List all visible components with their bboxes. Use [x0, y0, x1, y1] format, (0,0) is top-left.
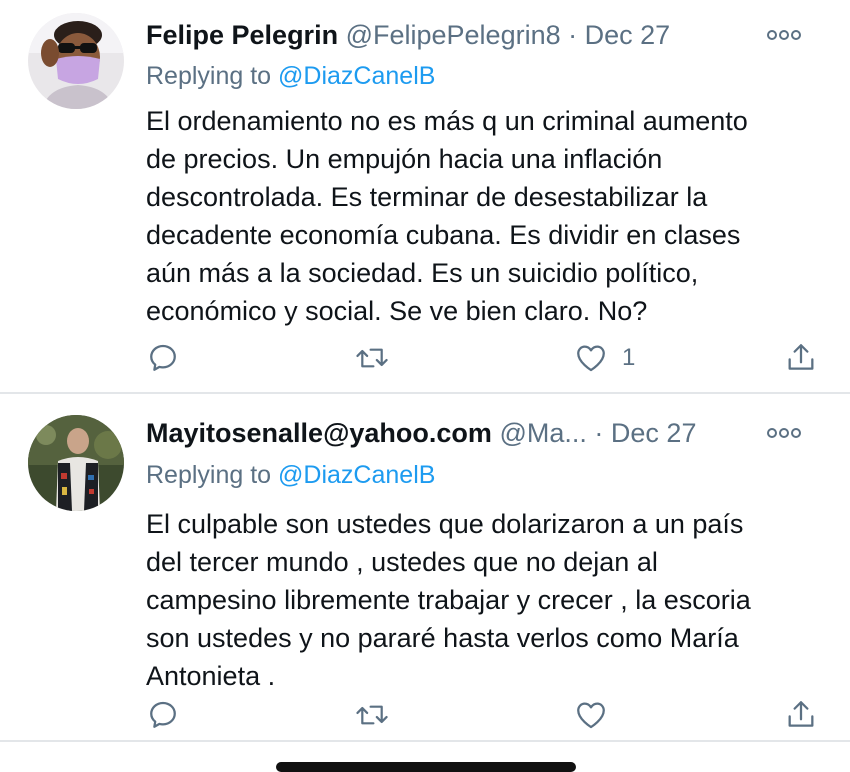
- tweet-text-line: campesino libremente trabajar y crecer ,…: [146, 585, 751, 615]
- avatar-image: [28, 415, 124, 511]
- tweet-text-line: aún más a la sociedad. Es un suicidio po…: [146, 258, 699, 288]
- tweet-header: Felipe Pelegrin @FelipePelegrin8 · Dec 2…: [146, 15, 830, 55]
- reply-button[interactable]: [146, 697, 180, 733]
- share-button[interactable]: [784, 697, 818, 733]
- tweet-text-line: decadente economía cubana. Es dividir en…: [146, 220, 741, 250]
- tweet-text-line: del tercer mundo , ustedes que no dejan …: [146, 547, 658, 577]
- share-button[interactable]: [784, 340, 818, 376]
- like-button[interactable]: [574, 697, 608, 733]
- more-options-icon[interactable]: [766, 29, 802, 41]
- avatar[interactable]: [28, 415, 124, 511]
- display-name[interactable]: Mayitosenalle@yahoo.com: [146, 418, 492, 448]
- avatar-image: [28, 13, 124, 109]
- tweet-text: El culpable son ustedes que dolarizaron …: [146, 505, 836, 695]
- replying-to-label: Replying to: [146, 461, 272, 489]
- replying-to: Replying to @DiazCanelB: [146, 58, 435, 94]
- display-name[interactable]: Felipe Pelegrin: [146, 20, 338, 50]
- replying-to-handle[interactable]: @DiazCanelB: [278, 62, 435, 90]
- heart-icon: [577, 702, 605, 729]
- like-count: 1: [622, 344, 636, 371]
- reply-button[interactable]: [146, 340, 180, 376]
- retweet-icon: [356, 705, 388, 725]
- tweet-date[interactable]: Dec 27: [585, 20, 671, 50]
- tweet-text-line: El ordenamiento no es más q un criminal …: [146, 106, 748, 136]
- heart-icon: [577, 345, 605, 372]
- tweet-date[interactable]: Dec 27: [611, 418, 697, 448]
- retweet-icon: [356, 348, 388, 368]
- replying-to-handle[interactable]: @DiazCanelB: [278, 461, 435, 489]
- replying-to-label: Replying to: [146, 62, 272, 90]
- home-indicator[interactable]: [276, 762, 576, 772]
- tweet-divider: [0, 392, 850, 394]
- tweet-text-line: de precios. Un empujón hacia una inflaci…: [146, 144, 663, 174]
- separator-dot: ·: [568, 20, 578, 50]
- tweet[interactable]: Felipe Pelegrin @FelipePelegrin8 · Dec 2…: [0, 0, 850, 392]
- retweet-button[interactable]: [354, 340, 390, 376]
- tweet-text-line: El culpable son ustedes que dolarizaron …: [146, 509, 744, 539]
- tweet-text-line: económico y social. Se ve bien claro. No…: [146, 296, 648, 326]
- tweet-text-line: son ustedes y no pararé hasta verlos com…: [146, 623, 739, 653]
- more-options-icon[interactable]: [766, 427, 802, 439]
- replying-to: Replying to @DiazCanelB: [146, 457, 435, 493]
- separator-dot: ·: [594, 418, 604, 448]
- user-handle[interactable]: @Ma...: [499, 418, 586, 448]
- tweet-text: El ordenamiento no es más q un criminal …: [146, 102, 836, 330]
- reply-icon: [150, 344, 176, 371]
- tweet[interactable]: Mayitosenalle@yahoo.com @Ma... · Dec 27 …: [0, 395, 850, 740]
- like-button[interactable]: 1: [574, 340, 635, 376]
- tweet-header: Mayitosenalle@yahoo.com @Ma... · Dec 27: [146, 413, 830, 453]
- user-handle[interactable]: @FelipePelegrin8: [346, 20, 561, 50]
- avatar[interactable]: [28, 13, 124, 109]
- tweet-text-line: descontrolada. Es terminar de desestabil…: [146, 182, 708, 212]
- retweet-button[interactable]: [354, 697, 390, 733]
- tweet-divider: [0, 740, 850, 742]
- reply-icon: [150, 701, 176, 728]
- tweet-text-line: Antonieta .: [146, 661, 276, 691]
- share-icon: [788, 701, 814, 727]
- share-icon: [788, 344, 814, 370]
